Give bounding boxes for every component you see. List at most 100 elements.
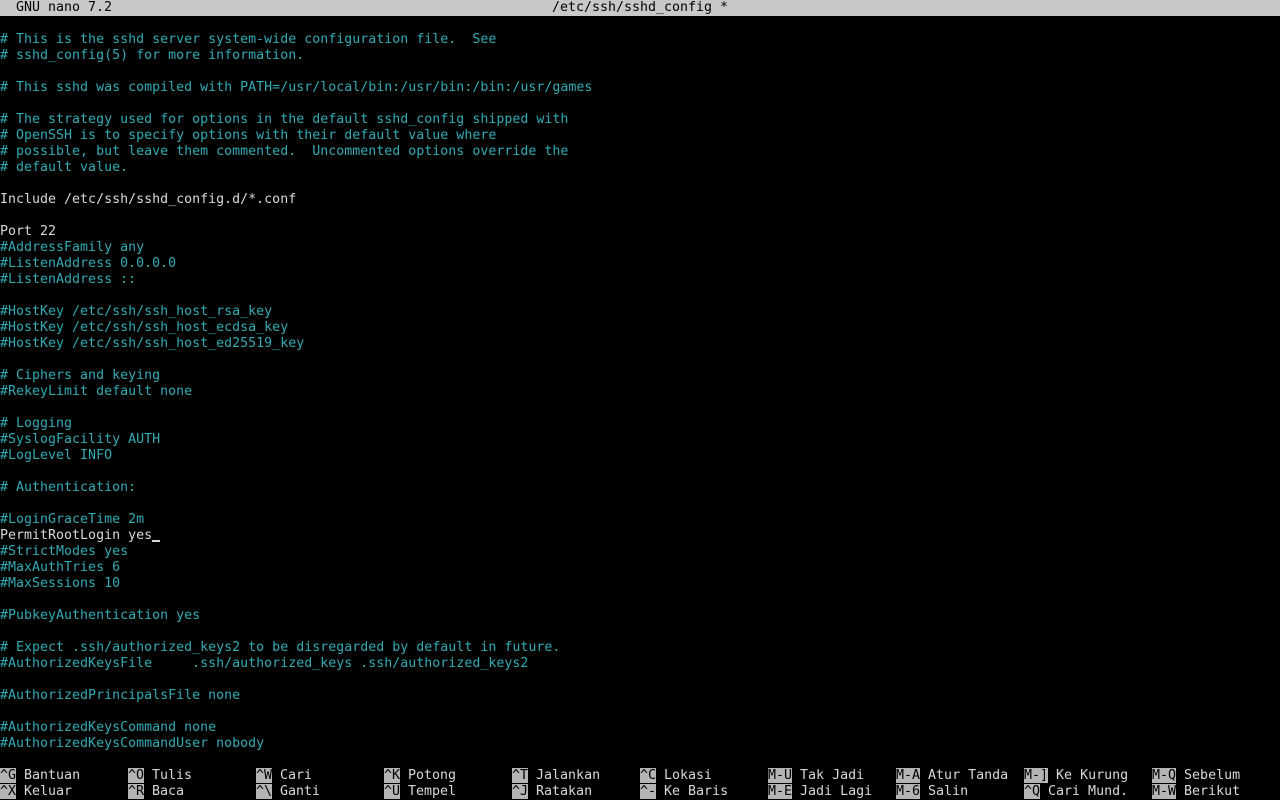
shortcut-key: M-U (768, 768, 793, 783)
shortcut-tempel[interactable]: ^U Tempel (384, 784, 512, 800)
editor-line[interactable] (0, 96, 1280, 112)
shortcut-row: ^G Bantuan ^O Tulis ^W Cari ^K Potong ^T Jal… (0, 768, 1280, 784)
editor-line[interactable]: #LogLevel INFO (0, 448, 1280, 464)
editor-line[interactable] (0, 208, 1280, 224)
shortcut-ganti[interactable]: ^\ Ganti (256, 784, 384, 800)
shortcut-key: ^O (128, 768, 145, 783)
editor-line[interactable]: Port 22 (0, 224, 1280, 240)
title-bar: GNU nano 7.2 /etc/ssh/sshd_config * (0, 0, 1280, 16)
shortcut-label: Keluar (24, 784, 73, 799)
shortcut-label: Ganti (280, 784, 321, 799)
editor-line[interactable] (0, 176, 1280, 192)
editor-line[interactable]: #AddressFamily any (0, 240, 1280, 256)
shortcut-key: ^Q (1024, 784, 1041, 799)
shortcut-ke-kurung[interactable]: M-] Ke Kurung (1024, 768, 1152, 784)
editor-line[interactable] (0, 672, 1280, 688)
shortcut-label: Tempel (408, 784, 457, 799)
editor-line[interactable]: #PubkeyAuthentication yes (0, 608, 1280, 624)
editor-line[interactable]: #HostKey /etc/ssh/ssh_host_ecdsa_key (0, 320, 1280, 336)
editor-line[interactable]: # This is the sshd server system-wide co… (0, 32, 1280, 48)
editor-line[interactable]: #HostKey /etc/ssh/ssh_host_rsa_key (0, 304, 1280, 320)
editor-line[interactable]: #MaxAuthTries 6 (0, 560, 1280, 576)
shortcut-jadi-lagi[interactable]: M-E Jadi Lagi (768, 784, 896, 800)
shortcut-berikut[interactable]: M-W Berikut (1152, 784, 1280, 800)
shortcut-key: ^W (256, 768, 273, 783)
editor-line[interactable]: # possible, but leave them commented. Un… (0, 144, 1280, 160)
shortcut-label: Berikut (1184, 784, 1241, 799)
editor-line[interactable]: # OpenSSH is to specify options with the… (0, 128, 1280, 144)
editor-line[interactable]: # The strategy used for options in the d… (0, 112, 1280, 128)
editor-line[interactable] (0, 624, 1280, 640)
shortcut-key: ^\ (256, 784, 273, 799)
text-cursor (152, 528, 161, 544)
shortcut-tak-jadi[interactable]: M-U Tak Jadi (768, 768, 896, 784)
editor-line[interactable] (0, 400, 1280, 416)
shortcut-label: Atur Tanda (928, 768, 1009, 783)
editor-line[interactable]: #LoginGraceTime 2m (0, 512, 1280, 528)
editor-line[interactable]: #AuthorizedPrincipalsFile none (0, 688, 1280, 704)
shortcut-label: Cari (280, 768, 313, 783)
shortcut-label: Bantuan (24, 768, 81, 783)
editor-line[interactable]: # Logging (0, 416, 1280, 432)
editor-line[interactable]: #ListenAddress :: (0, 272, 1280, 288)
shortcut-jalankan[interactable]: ^T Jalankan (512, 768, 640, 784)
editor-line[interactable]: #HostKey /etc/ssh/ssh_host_ed25519_key (0, 336, 1280, 352)
shortcut-label: Salin (928, 784, 969, 799)
editor-line[interactable] (0, 288, 1280, 304)
editor-line[interactable]: # sshd_config(5) for more information. (0, 48, 1280, 64)
shortcut-key: M-Q (1152, 768, 1177, 783)
editor-line[interactable] (0, 64, 1280, 80)
shortcut-ratakan[interactable]: ^J Ratakan (512, 784, 640, 800)
shortcut-label: Ratakan (536, 784, 593, 799)
shortcut-key: ^G (0, 768, 17, 783)
shortcut-salin[interactable]: M-6 Salin (896, 784, 1024, 800)
shortcut-key: ^K (384, 768, 401, 783)
editor-line[interactable]: PermitRootLogin yes (0, 528, 1280, 544)
editor-line[interactable] (0, 496, 1280, 512)
editor-line[interactable]: #StrictModes yes (0, 544, 1280, 560)
shortcut-tulis[interactable]: ^O Tulis (128, 768, 256, 784)
shortcut-potong[interactable]: ^K Potong (384, 768, 512, 784)
shortcut-key: ^X (0, 784, 17, 799)
shortcut-row: ^X Keluar ^R Baca ^\ Ganti ^U Tempel ^J Rata… (0, 784, 1280, 800)
shortcut-key: ^T (512, 768, 529, 783)
shortcut-keluar[interactable]: ^X Keluar (0, 784, 128, 800)
editor-line[interactable]: #AuthorizedKeysCommand none (0, 720, 1280, 736)
editor-line[interactable] (0, 592, 1280, 608)
editor-line[interactable]: #AuthorizedKeysCommandUser nobody (0, 736, 1280, 752)
editor-line[interactable]: #AuthorizedKeysFile .ssh/authorized_keys… (0, 656, 1280, 672)
shortcut-ke-baris[interactable]: ^- Ke Baris (640, 784, 768, 800)
shortcut-cari-mund[interactable]: ^Q Cari Mund. (1024, 784, 1152, 800)
editor-line[interactable]: #SyslogFacility AUTH (0, 432, 1280, 448)
shortcut-bantuan[interactable]: ^G Bantuan (0, 768, 128, 784)
shortcut-label: Ke Baris (664, 784, 729, 799)
shortcut-atur-tanda[interactable]: M-A Atur Tanda (896, 768, 1024, 784)
editor-line[interactable] (0, 704, 1280, 720)
shortcut-cari[interactable]: ^W Cari (256, 768, 384, 784)
shortcut-key: M-E (768, 784, 793, 799)
shortcut-key: ^- (640, 784, 657, 799)
shortcut-sebelum[interactable]: M-Q Sebelum (1152, 768, 1280, 784)
shortcut-key: M-W (1152, 784, 1177, 799)
editor-line[interactable]: #ListenAddress 0.0.0.0 (0, 256, 1280, 272)
editor-line[interactable]: # This sshd was compiled with PATH=/usr/… (0, 80, 1280, 96)
editor-line[interactable]: # Authentication: (0, 480, 1280, 496)
shortcut-label: Ke Kurung (1056, 768, 1129, 783)
editor-line[interactable]: # default value. (0, 160, 1280, 176)
shortcut-key: ^J (512, 784, 529, 799)
editor-line[interactable]: Include /etc/ssh/sshd_config.d/*.conf (0, 192, 1280, 208)
shortcut-label: Jalankan (536, 768, 601, 783)
shortcut-baca[interactable]: ^R Baca (128, 784, 256, 800)
shortcut-label: Sebelum (1184, 768, 1241, 783)
shortcut-label: Potong (408, 768, 457, 783)
editor-line[interactable] (0, 352, 1280, 368)
editor-line[interactable] (0, 464, 1280, 480)
shortcut-lokasi[interactable]: ^C Lokasi (640, 768, 768, 784)
editor-line[interactable]: #MaxSessions 10 (0, 576, 1280, 592)
editor-line[interactable]: # Expect .ssh/authorized_keys2 to be dis… (0, 640, 1280, 656)
shortcut-label: Cari Mund. (1048, 784, 1129, 799)
editor-line[interactable]: #RekeyLimit default none (0, 384, 1280, 400)
editor-line[interactable]: # Ciphers and keying (0, 368, 1280, 384)
editor-area[interactable]: # This is the sshd server system-wide co… (0, 32, 1280, 752)
shortcut-key: ^U (384, 784, 401, 799)
